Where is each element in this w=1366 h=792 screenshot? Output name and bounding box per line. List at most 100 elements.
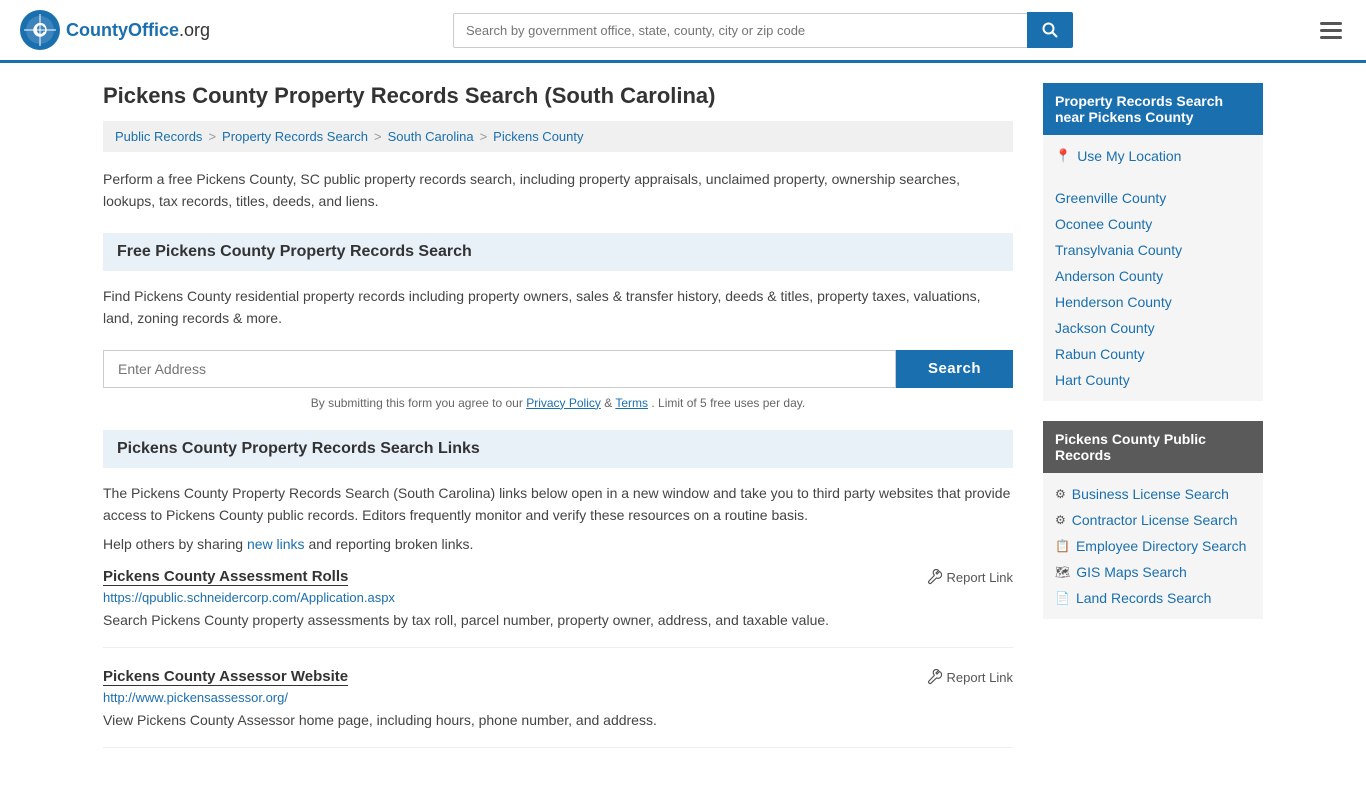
county-list-item: Jackson County: [1043, 315, 1263, 341]
county-list-item: Greenville County: [1043, 185, 1263, 211]
form-note-prefix: By submitting this form you agree to our: [311, 396, 523, 410]
menu-button[interactable]: [1316, 18, 1346, 43]
public-record-link[interactable]: Business License Search: [1072, 486, 1229, 502]
record-desc: View Pickens County Assessor home page, …: [103, 710, 1013, 731]
report-label: Report Link: [947, 570, 1013, 585]
page-description: Perform a free Pickens County, SC public…: [103, 168, 1013, 213]
record-title-link[interactable]: Pickens County Assessor Website: [103, 668, 348, 686]
county-link[interactable]: Anderson County: [1055, 268, 1163, 284]
record-type-icon: 📄: [1055, 591, 1070, 605]
use-my-location-link[interactable]: Use My Location: [1077, 148, 1181, 164]
report-link-button[interactable]: Report Link: [926, 669, 1013, 685]
record-type-icon: 📋: [1055, 539, 1070, 553]
county-list-item: Henderson County: [1043, 289, 1263, 315]
county-list-item: Anderson County: [1043, 263, 1263, 289]
breadcrumb-public-records[interactable]: Public Records: [115, 129, 202, 144]
sidebar: Property Records Search near Pickens Cou…: [1043, 83, 1263, 772]
public-records-section: Pickens County Public Records ⚙ Business …: [1043, 421, 1263, 619]
main-container: Pickens County Property Records Search (…: [83, 63, 1283, 792]
county-list-item: Oconee County: [1043, 211, 1263, 237]
share-note: Help others by sharing new links and rep…: [103, 536, 1013, 552]
hamburger-line: [1320, 22, 1342, 25]
record-item-header: Pickens County Assessment Rolls Report L…: [103, 568, 1013, 586]
form-note: By submitting this form you agree to our…: [103, 396, 1013, 410]
breadcrumb-pickens-county[interactable]: Pickens County: [493, 129, 583, 144]
breadcrumb-sep: >: [208, 129, 216, 144]
public-record-link[interactable]: Contractor License Search: [1072, 512, 1238, 528]
location-pin-icon: 📍: [1055, 148, 1071, 164]
links-description: The Pickens County Property Records Sear…: [103, 482, 1013, 527]
form-note-and: &: [604, 396, 615, 410]
form-note-suffix: . Limit of 5 free uses per day.: [651, 396, 805, 410]
address-search-input[interactable]: [103, 350, 896, 388]
terms-link[interactable]: Terms: [615, 396, 648, 410]
public-records-list: ⚙ Business License Search ⚙ Contractor Lice…: [1043, 473, 1263, 619]
logo-text: CountyOffice.org: [66, 20, 210, 41]
record-url-link[interactable]: http://www.pickensassessor.org/: [103, 690, 1013, 705]
record-type-icon: 🗺: [1055, 565, 1070, 579]
county-list-item: Transylvania County: [1043, 237, 1263, 263]
breadcrumb: Public Records > Property Records Search…: [103, 121, 1013, 152]
free-search-description: Find Pickens County residential property…: [103, 285, 1013, 330]
free-search-section: Free Pickens County Property Records Sea…: [103, 233, 1013, 410]
county-link[interactable]: Rabun County: [1055, 346, 1145, 362]
record-url-link[interactable]: https://qpublic.schneidercorp.com/Applic…: [103, 590, 1013, 605]
links-section: Pickens County Property Records Search L…: [103, 430, 1013, 749]
privacy-policy-link[interactable]: Privacy Policy: [526, 396, 601, 410]
public-record-list-item: 📄 Land Records Search: [1043, 585, 1263, 611]
public-record-list-item: ⚙ Contractor License Search: [1043, 507, 1263, 533]
wrench-icon: [926, 669, 942, 685]
record-item: Pickens County Assessor Website Report L…: [103, 668, 1013, 748]
county-link[interactable]: Jackson County: [1055, 320, 1155, 336]
breadcrumb-south-carolina[interactable]: South Carolina: [388, 129, 474, 144]
public-record-link[interactable]: Employee Directory Search: [1076, 538, 1246, 554]
wrench-icon: [926, 569, 942, 585]
links-section-heading: Pickens County Property Records Search L…: [103, 430, 1013, 468]
county-link[interactable]: Henderson County: [1055, 294, 1172, 310]
public-record-list-item: 📋 Employee Directory Search: [1043, 533, 1263, 559]
address-search-button[interactable]: Search: [896, 350, 1013, 388]
hamburger-line: [1320, 36, 1342, 39]
report-label: Report Link: [947, 670, 1013, 685]
site-header: C CountyOffice.org: [0, 0, 1366, 63]
nearby-counties-section: Property Records Search near Pickens Cou…: [1043, 83, 1263, 401]
record-type-icon: ⚙: [1055, 487, 1066, 501]
record-item: Pickens County Assessment Rolls Report L…: [103, 568, 1013, 648]
record-type-icon: ⚙: [1055, 513, 1066, 527]
public-record-link[interactable]: GIS Maps Search: [1076, 564, 1187, 580]
hamburger-line: [1320, 29, 1342, 32]
public-record-link[interactable]: Land Records Search: [1076, 590, 1211, 606]
breadcrumb-property-records[interactable]: Property Records Search: [222, 129, 368, 144]
nearby-counties-list: 📍 Use My Location: [1043, 135, 1263, 177]
address-search-row: Search: [103, 350, 1013, 388]
search-icon: [1042, 22, 1058, 38]
county-link[interactable]: Oconee County: [1055, 216, 1152, 232]
breadcrumb-sep: >: [480, 129, 488, 144]
county-list-item: Rabun County: [1043, 341, 1263, 367]
public-record-list-item: ⚙ Business License Search: [1043, 481, 1263, 507]
free-search-heading: Free Pickens County Property Records Sea…: [103, 233, 1013, 271]
new-links-link2[interactable]: new links: [247, 536, 305, 552]
logo-icon: C: [20, 10, 60, 50]
county-list: Greenville County Oconee County Transylvan…: [1043, 177, 1263, 401]
header-search-button[interactable]: [1027, 12, 1073, 48]
county-list-item: Hart County: [1043, 367, 1263, 393]
header-search-input[interactable]: [453, 13, 1027, 48]
logo: C CountyOffice.org: [20, 10, 210, 50]
page-title: Pickens County Property Records Search (…: [103, 83, 1013, 109]
share-note-prefix: Help others by sharing: [103, 536, 243, 552]
county-link[interactable]: Transylvania County: [1055, 242, 1182, 258]
header-search-area: [453, 12, 1073, 48]
use-my-location-item: 📍 Use My Location: [1043, 143, 1263, 169]
public-record-list-item: 🗺 GIS Maps Search: [1043, 559, 1263, 585]
nearby-heading: Property Records Search near Pickens Cou…: [1043, 83, 1263, 135]
record-item-header: Pickens County Assessor Website Report L…: [103, 668, 1013, 686]
record-desc: Search Pickens County property assessmen…: [103, 610, 1013, 631]
county-link[interactable]: Greenville County: [1055, 190, 1166, 206]
breadcrumb-sep: >: [374, 129, 382, 144]
content-area: Pickens County Property Records Search (…: [103, 83, 1013, 772]
public-records-heading: Pickens County Public Records: [1043, 421, 1263, 473]
record-title-link[interactable]: Pickens County Assessment Rolls: [103, 568, 348, 586]
report-link-button[interactable]: Report Link: [926, 569, 1013, 585]
county-link[interactable]: Hart County: [1055, 372, 1130, 388]
